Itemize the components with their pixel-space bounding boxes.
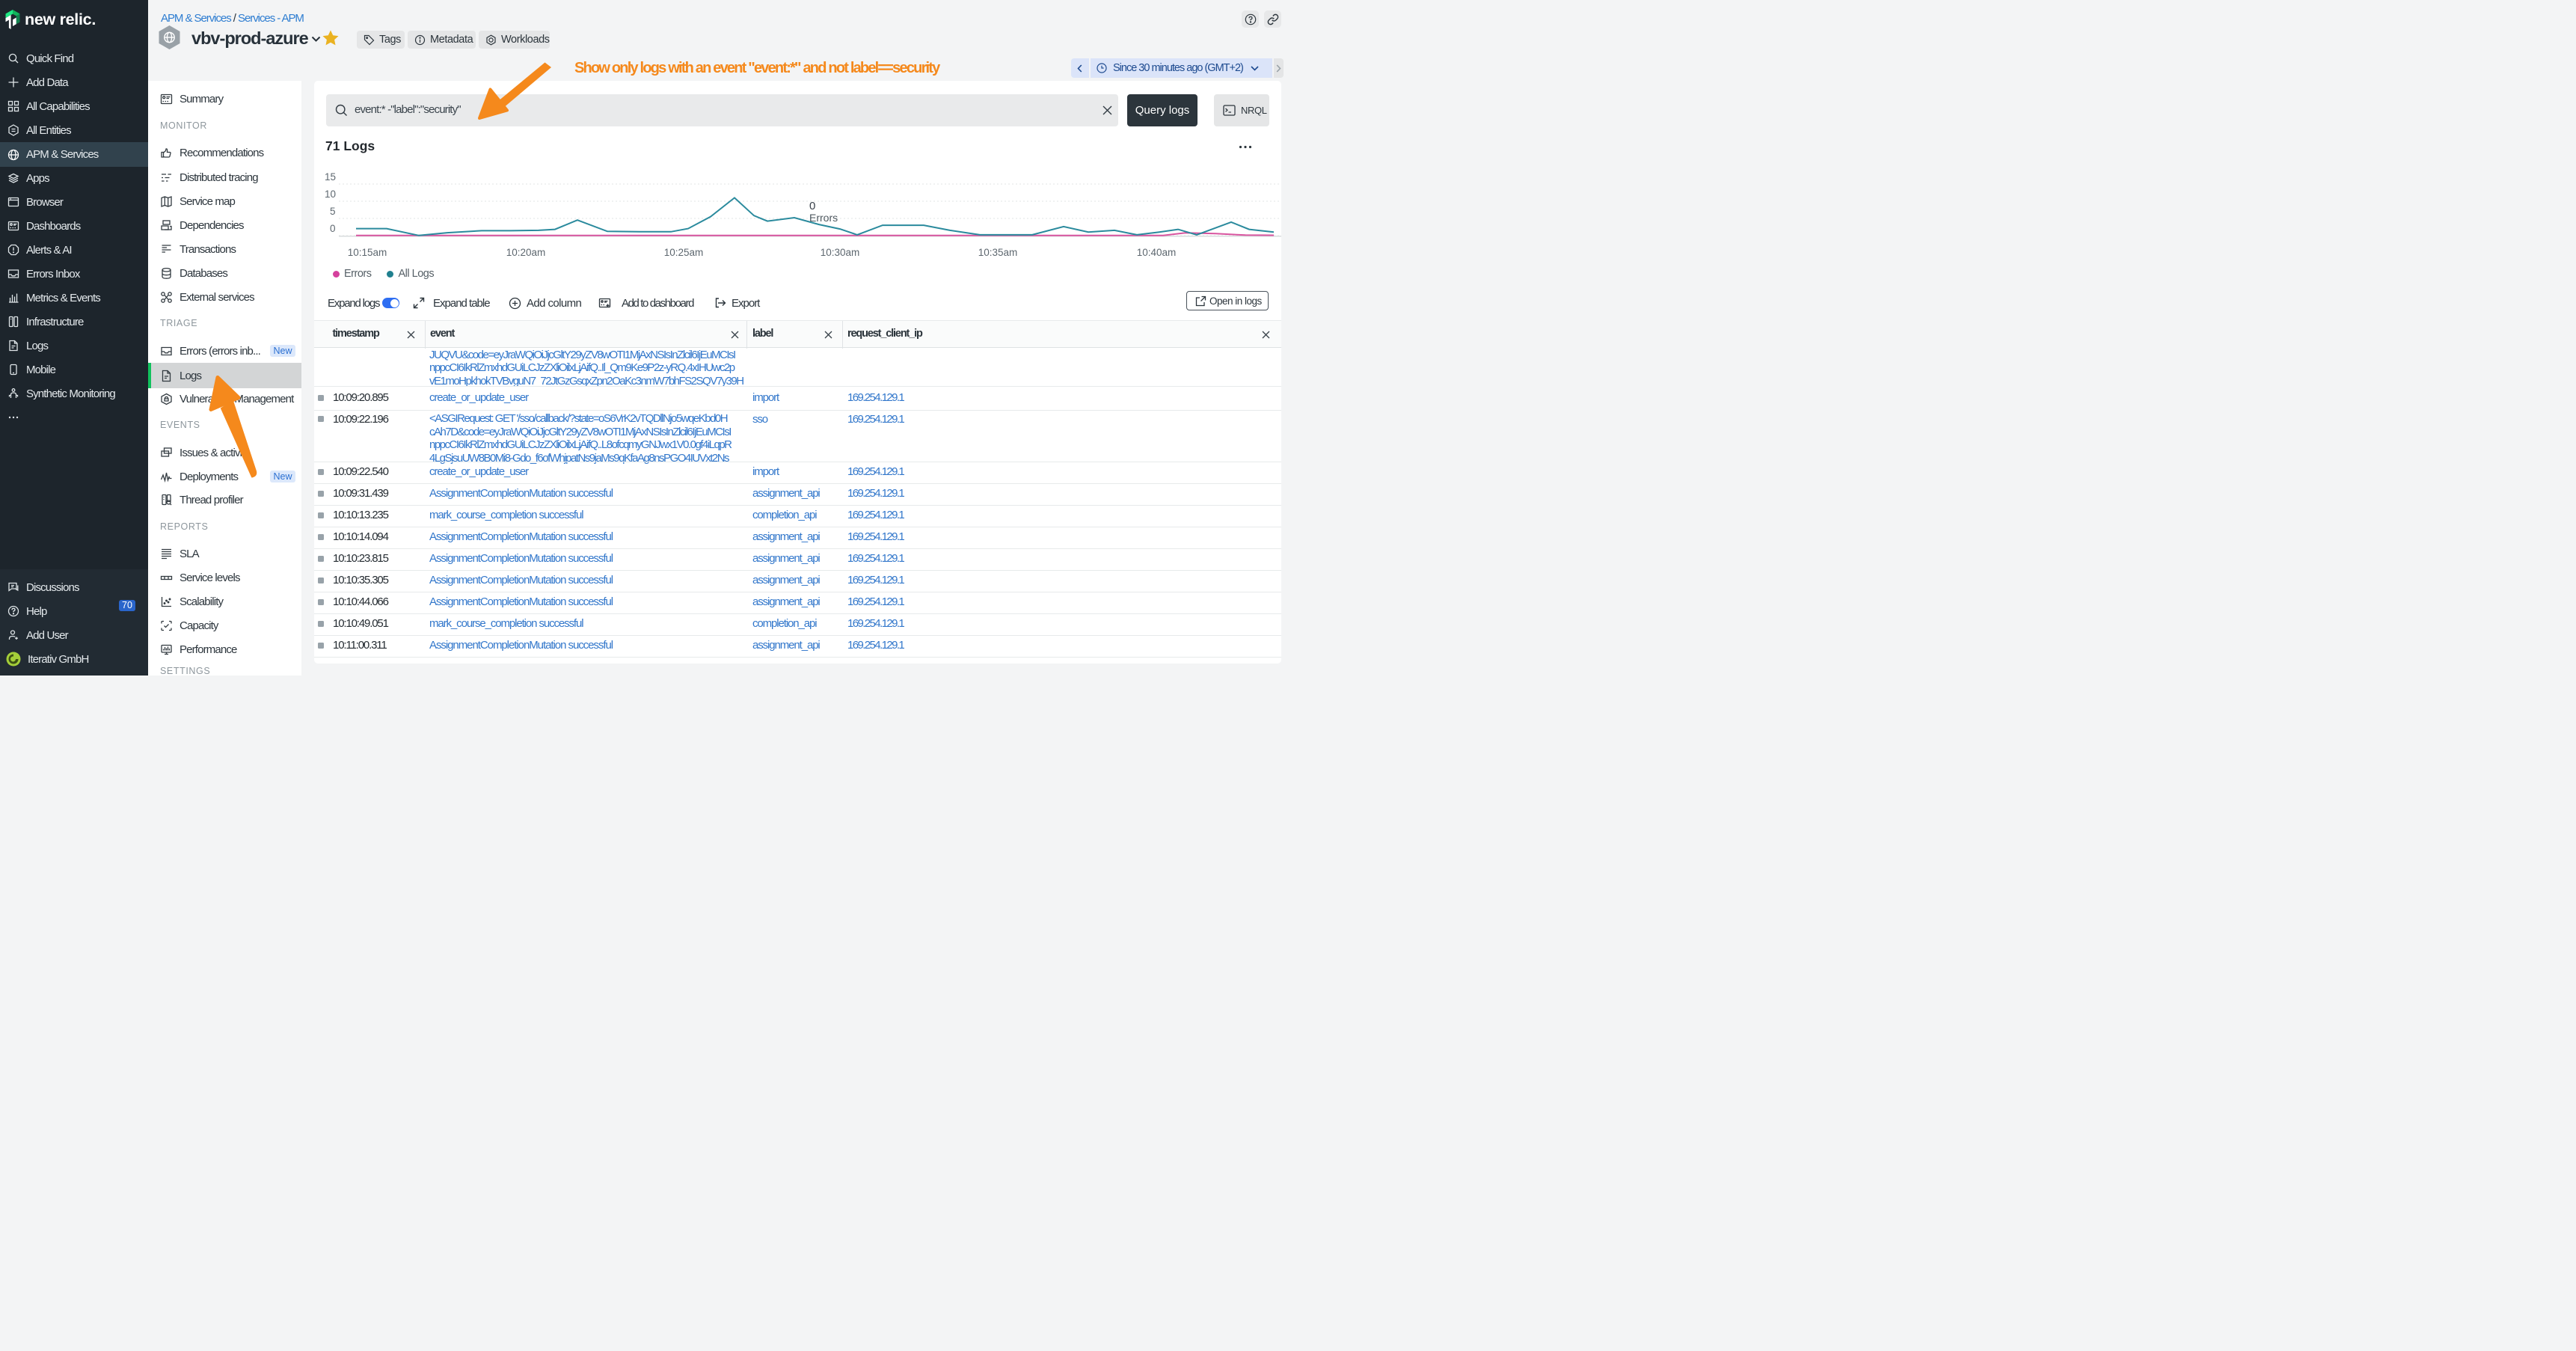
svg-text:10:40am: 10:40am [1137,247,1177,257]
svg-text:15: 15 [325,171,336,183]
svg-text:10: 10 [325,189,336,200]
svg-text:10:30am: 10:30am [821,247,860,257]
svg-text:10:25am: 10:25am [664,247,704,257]
svg-text:0: 0 [809,200,815,212]
svg-text:5: 5 [330,206,336,217]
svg-text:0: 0 [330,223,336,234]
svg-text:10:35am: 10:35am [978,247,1018,257]
svg-text:10:15am: 10:15am [348,247,387,257]
svg-text:Errors: Errors [809,212,838,224]
svg-text:new relic.: new relic. [25,10,96,28]
svg-text:10:20am: 10:20am [506,247,546,257]
